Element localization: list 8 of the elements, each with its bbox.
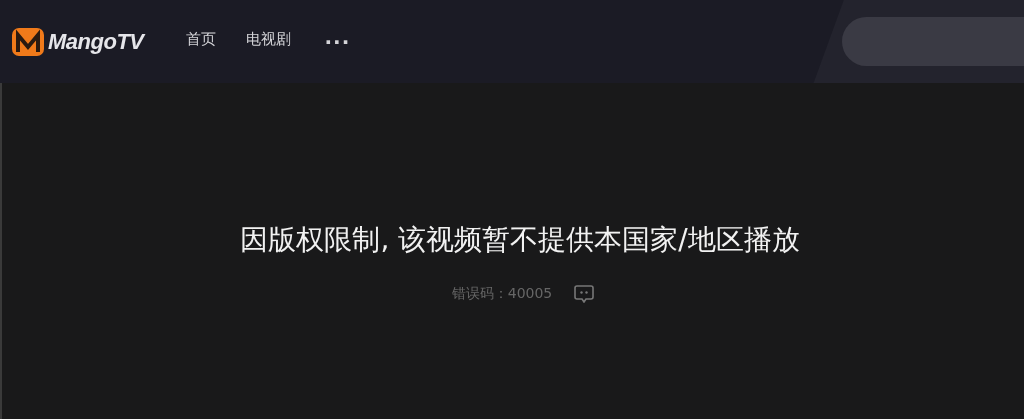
more-link[interactable]: ··· [324,29,351,54]
search-field[interactable] [842,17,1024,66]
error-code: 错误码：40005 [451,285,553,303]
error-message: 因版权限制, 该视频暂不提供本国家/地区播放 [240,222,800,258]
nav-link[interactable]: 首页 [185,29,216,54]
feedback-icon[interactable] [574,285,595,303]
logo-text: MangoTV [48,28,144,55]
nav-link[interactable]: 电视剧 [245,29,291,54]
